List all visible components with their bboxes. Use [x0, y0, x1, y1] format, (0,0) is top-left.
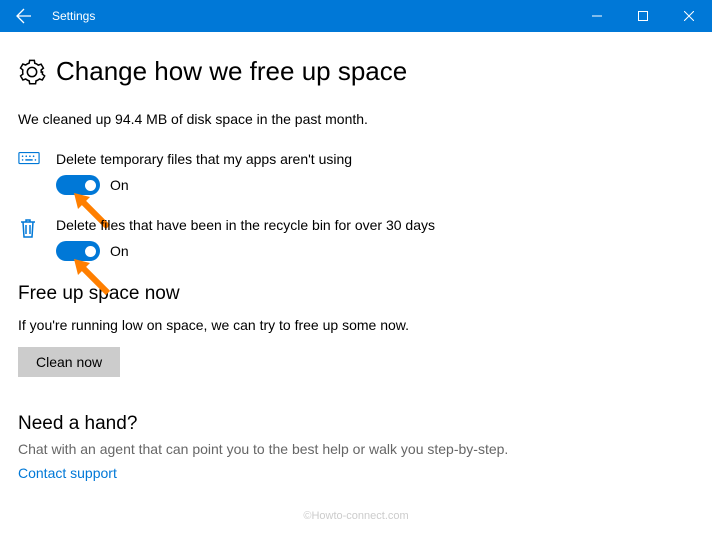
- toggle-temp-files[interactable]: [56, 175, 100, 195]
- content-area: Change how we free up space We cleaned u…: [0, 32, 712, 483]
- maximize-button[interactable]: [620, 0, 666, 32]
- free-up-text: If you're running low on space, we can t…: [18, 317, 690, 333]
- close-button[interactable]: [666, 0, 712, 32]
- close-icon: [684, 11, 694, 21]
- toggle-state: On: [110, 243, 129, 259]
- keyboard-icon: [18, 151, 42, 195]
- window-title: Settings: [52, 9, 95, 23]
- maximize-icon: [638, 11, 648, 21]
- back-button[interactable]: [0, 0, 48, 32]
- gear-icon: [18, 58, 46, 86]
- status-text: We cleaned up 94.4 MB of disk space in t…: [18, 111, 690, 127]
- toggle-state: On: [110, 177, 129, 193]
- toggle-recycle-bin[interactable]: [56, 241, 100, 261]
- clean-now-button[interactable]: Clean now: [18, 347, 120, 377]
- window-controls: [574, 0, 712, 32]
- setting-label: Delete temporary files that my apps aren…: [56, 151, 690, 167]
- free-up-heading: Free up space now: [18, 283, 690, 305]
- back-arrow-icon: [16, 8, 32, 24]
- page-title: Change how we free up space: [56, 56, 407, 87]
- setting-label: Delete files that have been in the recyc…: [56, 217, 690, 233]
- page-header: Change how we free up space: [18, 56, 690, 87]
- minimize-icon: [592, 11, 602, 21]
- setting-temp-files: Delete temporary files that my apps aren…: [18, 151, 690, 195]
- setting-recycle-bin: Delete files that have been in the recyc…: [18, 217, 690, 261]
- minimize-button[interactable]: [574, 0, 620, 32]
- trash-icon: [18, 217, 42, 261]
- contact-support-link[interactable]: Contact support: [18, 465, 117, 481]
- titlebar: Settings: [0, 0, 712, 32]
- watermark: ©Howto-connect.com: [303, 510, 408, 522]
- help-text: Chat with an agent that can point you to…: [18, 441, 690, 457]
- help-heading: Need a hand?: [18, 413, 690, 435]
